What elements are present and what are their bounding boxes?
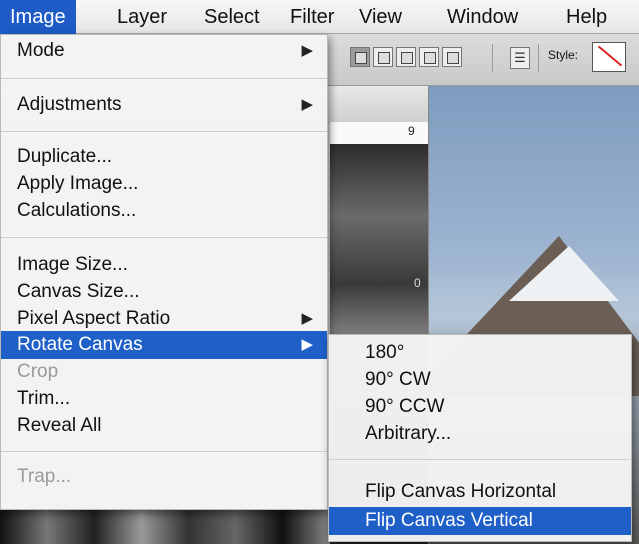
ruler-number: 9 — [408, 124, 415, 138]
menu-item-label: Rotate Canvas — [17, 334, 143, 355]
submenu-item-90-cw[interactable]: 90° CW — [329, 366, 631, 394]
menu-item-mode[interactable]: Mode ▶ — [1, 37, 327, 65]
menubar-layer[interactable]: Layer — [107, 0, 177, 34]
options-divider — [538, 44, 539, 72]
menu-item-adjustments[interactable]: Adjustments ▶ — [1, 91, 327, 119]
rotate-canvas-submenu: 180° 90° CW 90° CCW Arbitrary... Flip Ca… — [328, 334, 632, 542]
menu-bar: Image Layer Select Filter View Window He… — [0, 0, 639, 34]
menubar-view[interactable]: View — [349, 0, 412, 34]
menu-item-crop: Crop — [17, 361, 59, 382]
menu-item-reveal-all[interactable]: Reveal All — [1, 412, 327, 440]
menubar-select[interactable]: Select — [194, 0, 270, 34]
link-icon[interactable]: ☰ — [510, 47, 530, 69]
menu-separator — [1, 131, 327, 132]
menubar-help[interactable]: Help — [556, 0, 617, 34]
image-menu: Mode ▶ Adjustments ▶ Duplicate... Apply … — [0, 34, 328, 510]
submenu-item-arbitrary[interactable]: Arbitrary... — [329, 420, 631, 448]
menu-item-rotate-canvas[interactable]: Rotate Canvas ▶ — [1, 331, 327, 359]
ruler: 9 — [330, 122, 428, 145]
menu-separator — [329, 459, 631, 460]
submenu-item-180[interactable]: 180° — [329, 339, 631, 367]
options-divider — [492, 44, 493, 72]
menu-separator — [1, 237, 327, 238]
menu-item-trim[interactable]: Trim... — [1, 385, 327, 413]
menubar-filter[interactable]: Filter — [280, 0, 344, 34]
exclude-selection-button[interactable] — [442, 47, 462, 67]
ruler-number: 0 — [414, 276, 421, 290]
intersect-selection-button[interactable] — [419, 47, 439, 67]
new-selection-button[interactable] — [350, 47, 370, 67]
menu-item-label: Adjustments — [17, 94, 122, 115]
menu-item-calculations[interactable]: Calculations... — [1, 197, 327, 225]
snow-cap — [509, 246, 619, 301]
menu-item-label: Pixel Aspect Ratio — [17, 308, 171, 329]
menu-item-trap: Trap... — [17, 466, 72, 487]
menu-item-canvas-size[interactable]: Canvas Size... — [1, 278, 327, 306]
canvas-strip — [0, 510, 330, 544]
menubar-image[interactable]: Image — [0, 0, 76, 34]
subtract-selection-icon — [401, 52, 413, 64]
style-picker[interactable] — [592, 42, 626, 72]
menu-separator — [1, 451, 327, 452]
submenu-item-90-ccw[interactable]: 90° CCW — [329, 393, 631, 421]
subtract-selection-button[interactable] — [396, 47, 416, 67]
submenu-arrow-icon: ▶ — [301, 96, 313, 113]
add-selection-icon — [378, 52, 390, 64]
menubar-window[interactable]: Window — [437, 0, 528, 34]
submenu-arrow-icon: ▶ — [301, 310, 313, 327]
new-selection-icon — [355, 52, 367, 64]
add-selection-button[interactable] — [373, 47, 393, 67]
submenu-arrow-icon: ▶ — [301, 336, 313, 353]
menu-item-label: Mode — [17, 40, 65, 61]
intersect-selection-icon — [424, 52, 436, 64]
menu-item-image-size[interactable]: Image Size... — [1, 251, 327, 279]
menu-item-apply-image[interactable]: Apply Image... — [1, 170, 327, 198]
menu-item-duplicate[interactable]: Duplicate... — [1, 143, 327, 171]
submenu-item-flip-horizontal[interactable]: Flip Canvas Horizontal — [329, 478, 631, 506]
submenu-item-flip-vertical[interactable]: Flip Canvas Vertical — [329, 507, 631, 535]
exclude-selection-icon — [447, 52, 459, 64]
menu-item-pixel-aspect-ratio[interactable]: Pixel Aspect Ratio ▶ — [1, 305, 327, 333]
menu-separator — [1, 78, 327, 79]
submenu-arrow-icon: ▶ — [301, 42, 313, 59]
style-label: Style: — [548, 48, 579, 62]
